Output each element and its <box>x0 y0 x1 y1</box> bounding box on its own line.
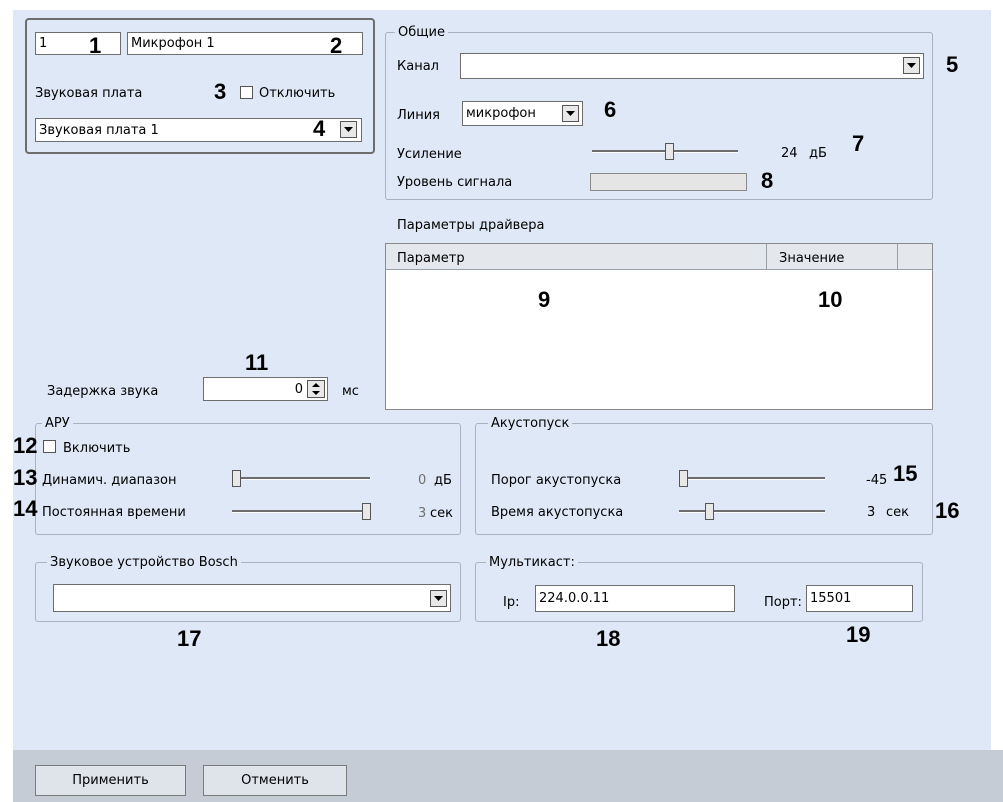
callout-number: 6 <box>604 97 617 122</box>
spinner-arrows-icon <box>312 383 320 395</box>
port-input[interactable]: 15501 <box>806 585 913 612</box>
gain-slider-thumb[interactable] <box>665 143 674 160</box>
device-id-field[interactable]: 1 <box>35 32 121 55</box>
callout-number: 18 <box>596 626 621 651</box>
cancel-button[interactable]: Отменить <box>203 765 347 796</box>
vox-time-unit: сек <box>886 505 909 520</box>
vox-threshold-label: Порог акустопуска <box>491 473 622 488</box>
port-value: 15501 <box>810 591 852 606</box>
agc-enable-label: Включить <box>63 441 131 456</box>
apply-button[interactable]: Применить <box>35 765 186 796</box>
callout-number: 15 <box>893 461 918 486</box>
time-constant-slider-track <box>232 510 370 513</box>
chevron-down-icon <box>434 596 443 601</box>
column-parameter[interactable]: Параметр <box>397 252 465 265</box>
callout-number: 8 <box>761 168 774 193</box>
vox-title: Акустопуск <box>488 417 573 430</box>
callout-number: 12 <box>13 433 38 458</box>
vox-threshold-slider-track <box>679 477 825 480</box>
bosch-device-select[interactable] <box>53 584 451 612</box>
line-value: микрофон <box>466 106 536 121</box>
bosch-dropdown-button[interactable] <box>430 590 447 607</box>
gain-unit: дБ <box>809 146 827 161</box>
chevron-down-icon <box>344 127 353 132</box>
chevron-down-icon <box>907 63 916 68</box>
callout-number: 2 <box>330 33 343 58</box>
device-id-value: 1 <box>39 36 48 51</box>
agc-title: АРУ <box>42 417 73 430</box>
general-title: Общие <box>395 26 448 39</box>
callout-number: 13 <box>13 465 38 490</box>
disable-label: Отключить <box>259 86 336 101</box>
chevron-down-icon <box>566 111 575 116</box>
vox-time-label: Время акустопуска <box>491 505 624 520</box>
driver-params-header <box>386 244 932 270</box>
channel-label: Канал <box>397 59 439 74</box>
callout-number: 10 <box>818 287 843 312</box>
disable-checkbox[interactable] <box>240 86 253 99</box>
callout-number: 4 <box>313 116 326 141</box>
range-slider-track <box>232 477 370 480</box>
callout-number: 19 <box>846 622 871 647</box>
channel-select[interactable] <box>460 53 924 79</box>
delay-value: 0 <box>294 381 303 397</box>
callout-number: 3 <box>214 79 227 104</box>
time-constant-slider-thumb[interactable] <box>362 503 371 520</box>
callout-number: 7 <box>852 131 865 156</box>
vox-time-slider-track <box>679 510 825 513</box>
time-constant-value: 3 <box>418 506 427 521</box>
port-label: Порт: <box>764 595 802 610</box>
delay-label: Задержка звука <box>47 384 159 399</box>
ip-value: 224.0.0.11 <box>539 591 610 606</box>
vox-threshold-value: -45 <box>866 473 888 488</box>
multicast-title: Мультикаст: <box>486 556 578 569</box>
ip-input[interactable]: 224.0.0.11 <box>535 585 735 612</box>
gain-value: 24 <box>781 146 798 161</box>
callout-number: 16 <box>935 498 960 523</box>
delay-spinner[interactable] <box>307 380 325 398</box>
column-divider <box>897 244 898 270</box>
column-value[interactable]: Значение <box>779 252 844 265</box>
callout-number: 11 <box>245 350 269 375</box>
callout-number: 14 <box>13 496 38 521</box>
bosch-title: Звуковое устройство Bosch <box>47 556 241 569</box>
range-slider-thumb[interactable] <box>232 470 241 487</box>
ip-label: Ip: <box>503 595 520 610</box>
device-name-field[interactable]: Микрофон 1 <box>127 32 363 55</box>
line-label: Линия <box>397 108 440 123</box>
time-constant-label: Постоянная времени <box>42 505 186 520</box>
signal-level-meter <box>590 173 747 191</box>
sound-card-value: Звуковая плата 1 <box>39 122 159 138</box>
device-name-value: Микрофон 1 <box>131 36 215 51</box>
channel-dropdown-button[interactable] <box>903 57 920 74</box>
sound-card-dropdown-button[interactable] <box>340 121 357 138</box>
callout-number: 1 <box>89 33 102 58</box>
sound-card-label: Звуковая плата <box>35 86 143 101</box>
gain-label: Усиление <box>397 147 462 162</box>
delay-unit: мс <box>342 384 359 399</box>
vox-threshold-slider-thumb[interactable] <box>679 470 688 487</box>
vox-time-value: 3 <box>867 505 876 520</box>
agc-enable-checkbox[interactable] <box>43 440 56 453</box>
driver-params-title: Параметры драйвера <box>397 218 545 233</box>
range-label: Динамич. диапазон <box>42 473 177 488</box>
vox-time-slider-thumb[interactable] <box>705 503 714 520</box>
column-divider <box>766 244 767 270</box>
signal-level-label: Уровень сигнала <box>397 175 513 190</box>
callout-number: 5 <box>946 52 959 77</box>
range-value: 0 <box>418 473 427 488</box>
line-dropdown-button[interactable] <box>562 105 579 122</box>
time-constant-unit: сек <box>430 506 453 521</box>
callout-number: 9 <box>538 287 551 312</box>
range-unit: дБ <box>434 473 452 488</box>
callout-number: 17 <box>177 626 202 651</box>
